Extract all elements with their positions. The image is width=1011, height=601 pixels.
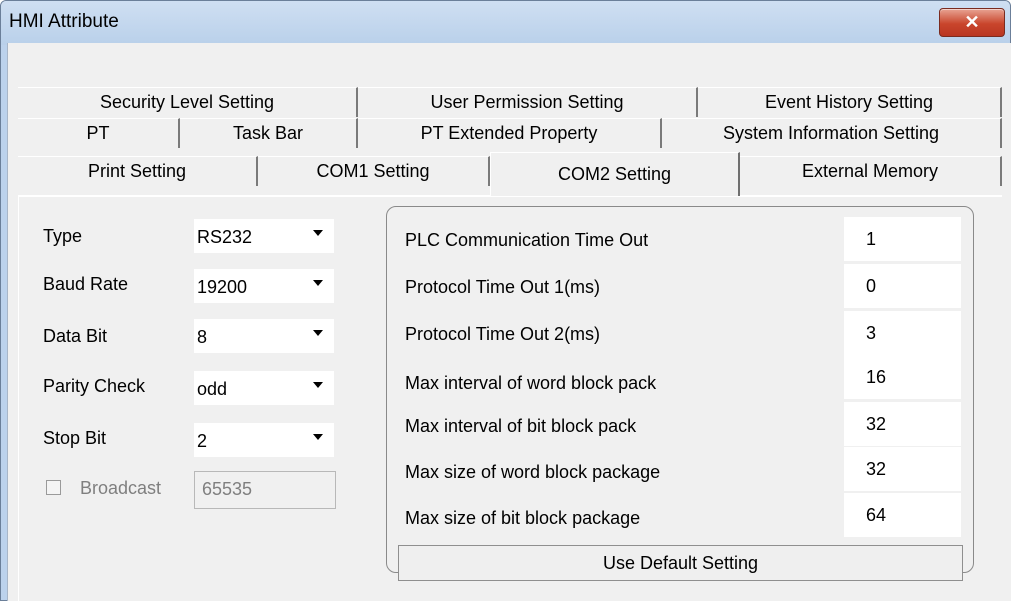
param-label-protocol-timeout-1: Protocol Time Out 1(ms) (405, 277, 601, 297)
data-bit-label: Data Bit (43, 326, 108, 346)
protocol-timeout-1-input[interactable]: 0 (844, 264, 961, 308)
stop-bit-select[interactable]: 2 (194, 423, 334, 457)
data-bit-value: 8 (197, 327, 208, 347)
param-label-plc-timeout: PLC Communication Time Out (405, 230, 649, 250)
param-label-bit-interval: Max interval of bit block pack (405, 416, 637, 436)
param-label-bit-size: Max size of bit block package (405, 508, 641, 528)
close-icon: ✕ (964, 12, 980, 32)
baud-rate-select[interactable]: 19200 (194, 269, 334, 303)
tab-event-history-setting[interactable]: Event History Setting (698, 87, 1002, 117)
chevron-down-icon (313, 434, 323, 440)
tab-print-setting[interactable]: Print Setting (18, 156, 258, 186)
baud-rate-label: Baud Rate (43, 274, 129, 294)
word-interval-input[interactable]: 16 (844, 355, 961, 399)
plc-timeout-input[interactable]: 1 (844, 217, 961, 261)
parity-check-label: Parity Check (43, 376, 146, 396)
word-interval-value: 16 (866, 367, 887, 387)
window-title: HMI Attribute (9, 11, 119, 32)
protocol-timeout-2-value: 3 (866, 323, 877, 343)
chevron-down-icon (313, 330, 323, 336)
broadcast-address-value: 65535 (202, 479, 253, 499)
bit-size-input[interactable]: 64 (844, 493, 961, 537)
parity-check-value: odd (197, 379, 228, 399)
protocol-timeout-2-input[interactable]: 3 (844, 311, 961, 355)
parity-check-select[interactable]: odd (194, 371, 334, 405)
broadcast-label: Broadcast (80, 478, 162, 498)
protocol-timeout-1-value: 0 (866, 276, 877, 296)
word-size-value: 32 (866, 459, 887, 479)
broadcast-checkbox[interactable] (46, 480, 61, 495)
chevron-down-icon (313, 382, 323, 388)
chevron-down-icon (313, 280, 323, 286)
type-label: Type (43, 226, 83, 246)
broadcast-address-field: 65535 (194, 471, 336, 509)
use-default-setting-button[interactable]: Use Default Setting (398, 545, 963, 581)
tab-external-memory[interactable]: External Memory (740, 156, 1002, 186)
title-bar[interactable]: HMI Attribute ✕ (1, 1, 1010, 45)
stop-bit-label: Stop Bit (43, 428, 107, 448)
close-button[interactable]: ✕ (939, 8, 1005, 37)
baud-rate-value: 19200 (197, 277, 248, 297)
stop-bit-value: 2 (197, 431, 208, 451)
bit-size-value: 64 (866, 505, 887, 525)
tab-com2-setting[interactable]: COM2 Setting (490, 152, 740, 196)
tab-security-level-setting[interactable]: Security Level Setting (18, 87, 358, 117)
param-label-protocol-timeout-2: Protocol Time Out 2(ms) (405, 324, 601, 344)
tab-pt-extended-property[interactable]: PT Extended Property (358, 118, 662, 148)
data-bit-select[interactable]: 8 (194, 319, 334, 353)
tab-pt[interactable]: PT (18, 118, 180, 148)
param-label-word-size: Max size of word block package (405, 462, 661, 482)
param-label-word-interval: Max interval of word block pack (405, 373, 657, 393)
bit-interval-input[interactable]: 32 (844, 402, 961, 446)
type-select[interactable]: RS232 (194, 219, 334, 253)
tab-task-bar[interactable]: Task Bar (180, 118, 358, 148)
type-value: RS232 (197, 227, 253, 247)
tab-user-permission-setting[interactable]: User Permission Setting (358, 87, 698, 117)
word-size-input[interactable]: 32 (844, 447, 961, 491)
bit-interval-value: 32 (866, 414, 887, 434)
tab-com1-setting[interactable]: COM1 Setting (258, 156, 490, 186)
tab-system-information-setting[interactable]: System Information Setting (662, 118, 1002, 148)
plc-timeout-value: 1 (866, 229, 877, 249)
chevron-down-icon (313, 230, 323, 236)
